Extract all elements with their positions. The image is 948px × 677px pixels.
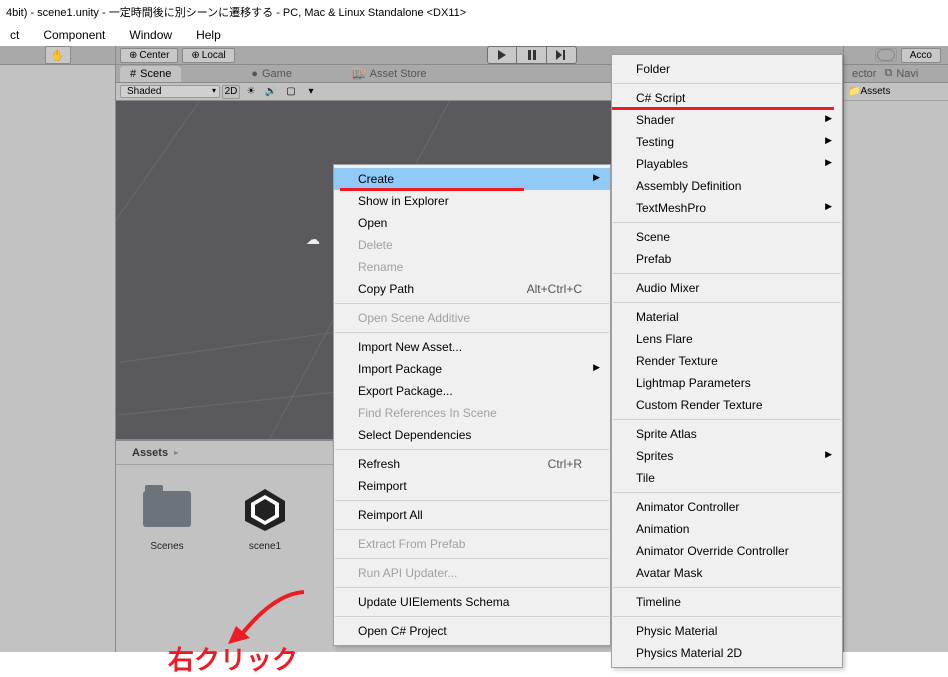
tab-navigation[interactable]: ⧉ Navi [880,65,922,82]
ctx-create-lightmap-parameters[interactable]: Lightmap Parameters [612,372,842,394]
tab-asset-store[interactable]: 🏬 Asset Store [342,65,437,82]
hierarchy-panel: ✋ [0,46,116,652]
ctx-select-dependencies[interactable]: Select Dependencies [334,424,610,446]
ctx-create-textmeshpro[interactable]: TextMeshPro▶ [612,197,842,219]
ctx-extract-from-prefab: Extract From Prefab [334,533,610,555]
ctx-import-package[interactable]: Import Package▶ [334,358,610,380]
folder-icon [143,491,191,527]
ctx-open-scene-additive: Open Scene Additive [334,307,610,329]
ctx-create-material[interactable]: Material [612,306,842,328]
ctx-find-references: Find References In Scene [334,402,610,424]
cloud-gizmo-icon: ☁ [306,231,320,248]
shading-mode-dropdown[interactable]: Shaded [120,85,220,98]
ctx-create-render-texture[interactable]: Render Texture [612,350,842,372]
assets-folder-row[interactable]: 📁 Assets [844,83,948,101]
ctx-create-physics-material-2d[interactable]: Physics Material 2D [612,642,842,664]
title-bar: 4bit) - scene1.unity - 一定時間後に別シーンに遷移する -… [0,0,948,24]
pivot-center-button[interactable]: ⊕ Center [120,48,178,63]
lighting-icon[interactable]: ☀ [242,85,260,99]
ctx-create-shader[interactable]: Shader▶ [612,109,842,131]
play-controls [487,46,577,64]
menu-help[interactable]: Help [186,26,231,44]
ctx-export-package[interactable]: Export Package... [334,380,610,402]
ctx-refresh[interactable]: RefreshCtrl+R [334,453,610,475]
fx-icon[interactable]: ▢ [282,85,300,99]
ctx-copy-path[interactable]: Copy PathAlt+Ctrl+C [334,278,610,300]
menu-gameobject[interactable]: ct [0,26,29,44]
fx-dropdown-icon[interactable]: ▾ [302,85,320,99]
ctx-create-scene[interactable]: Scene [612,226,842,248]
ctx-create-timeline[interactable]: Timeline [612,591,842,613]
ctx-delete: Delete [334,234,610,256]
ctx-create-folder[interactable]: Folder [612,58,842,80]
ctx-create-physic-material[interactable]: Physic Material [612,620,842,642]
ctx-show-in-explorer[interactable]: Show in Explorer [334,190,610,212]
ctx-create-animator-controller[interactable]: Animator Controller [612,496,842,518]
tab-scene[interactable]: # Scene [120,66,181,82]
inspector-panel: Acco ector ⧉ Navi 📁 Assets [843,46,948,652]
pause-button[interactable] [517,46,547,64]
menu-component[interactable]: Component [33,26,115,44]
ctx-rename: Rename [334,256,610,278]
ctx-create-sprite-atlas[interactable]: Sprite Atlas [612,423,842,445]
audio-icon[interactable]: 🔊 [262,85,280,99]
ctx-reimport-all[interactable]: Reimport All [334,504,610,526]
ctx-create-tile[interactable]: Tile [612,467,842,489]
tab-game[interactable]: ● Game [241,66,302,82]
ctx-create-sprites[interactable]: Sprites▶ [612,445,842,467]
ctx-create-lens-flare[interactable]: Lens Flare [612,328,842,350]
ctx-create-animation[interactable]: Animation [612,518,842,540]
asset-folder-scenes[interactable]: Scenes [132,485,202,552]
ctx-create-testing[interactable]: Testing▶ [612,131,842,153]
ctx-create-animator-override-controller[interactable]: Animator Override Controller [612,540,842,562]
unity-scene-icon [241,485,289,533]
ctx-create-avatar-mask[interactable]: Avatar Mask [612,562,842,584]
play-button[interactable] [487,46,517,64]
ctx-create-prefab[interactable]: Prefab [612,248,842,270]
menu-bar: ct Component Window Help [0,24,948,46]
2d-toggle[interactable]: 2D [222,85,240,99]
context-menu-create: Folder C# Script Shader▶ Testing▶ Playab… [611,54,843,668]
pivot-local-button[interactable]: ⊕ Local [182,48,234,63]
asset-scene1[interactable]: scene1 [230,485,300,552]
ctx-create-csharp-script[interactable]: C# Script [612,87,842,109]
ctx-create[interactable]: Create▶ [334,168,610,190]
hand-tool-button[interactable]: ✋ [45,46,71,64]
ctx-create-playables[interactable]: Playables▶ [612,153,842,175]
ctx-create-assembly-definition[interactable]: Assembly Definition [612,175,842,197]
menu-window[interactable]: Window [119,26,182,44]
ctx-import-new-asset[interactable]: Import New Asset... [334,336,610,358]
ctx-run-api-updater: Run API Updater... [334,562,610,584]
step-button[interactable] [547,46,577,64]
ctx-create-custom-render-texture[interactable]: Custom Render Texture [612,394,842,416]
ctx-open-csharp-project[interactable]: Open C# Project [334,620,610,642]
ctx-reimport[interactable]: Reimport [334,475,610,497]
account-button[interactable]: Acco [901,48,941,63]
ctx-create-audio-mixer[interactable]: Audio Mixer [612,277,842,299]
cloud-button[interactable] [875,48,897,62]
ctx-update-uielements[interactable]: Update UIElements Schema [334,591,610,613]
cloud-icon [877,49,895,61]
ctx-open[interactable]: Open [334,212,610,234]
context-menu-assets: Create▶ Show in Explorer Open Delete Ren… [333,164,611,646]
main-area: ✋ ⊕ Center ⊕ Local # Scene ● Game 🏬 Asse… [0,46,948,652]
tab-inspector[interactable]: ector [848,66,880,82]
